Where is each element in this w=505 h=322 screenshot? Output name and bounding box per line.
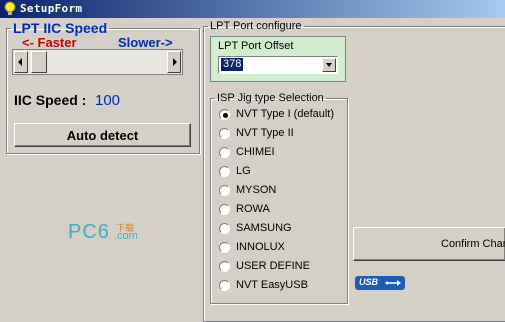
slider-thumb[interactable] — [31, 51, 47, 73]
lpt-offset-select[interactable]: 378 — [218, 56, 338, 74]
radio-label: CHIMEI — [236, 146, 275, 158]
window-title: SetupForm — [20, 2, 83, 15]
radio-label: NVT EasyUSB — [236, 279, 308, 291]
iic-speed-slider[interactable] — [12, 49, 183, 75]
slower-label: Slower-> — [118, 35, 173, 50]
radio-label: SAMSUNG — [236, 222, 292, 234]
iic-speed-legend: LPT IIC Speed — [13, 20, 108, 36]
dropdown-button[interactable] — [322, 58, 336, 72]
auto-detect-button[interactable]: Auto detect — [14, 123, 191, 147]
lpt-offset-value: 378 — [221, 58, 244, 71]
title-bar: SetupForm — [0, 0, 505, 18]
confirm-change-button[interactable]: Confirm Chan — [353, 227, 505, 261]
watermark-domain: .com — [114, 230, 138, 242]
iic-speed-label: IIC Speed : — [14, 92, 87, 108]
radio-label: ROWA — [236, 203, 270, 215]
radio-chimei[interactable]: CHIMEI — [219, 146, 419, 161]
radio-label: NVT Type II — [236, 127, 294, 139]
radio-label: LG — [236, 165, 251, 177]
faster-label: <- Faster — [22, 35, 77, 50]
iic-speed-value: 100 — [95, 92, 121, 109]
chevron-down-icon — [326, 63, 332, 67]
scroll-right-button[interactable] — [167, 51, 181, 73]
radio-selected-dot — [223, 113, 228, 118]
scroll-left-button[interactable] — [14, 51, 28, 73]
lpt-offset-label: LPT Port Offset — [218, 40, 294, 52]
radio-label: INNOLUX — [236, 241, 285, 253]
usb-icon — [385, 280, 401, 286]
arrow-left-icon — [18, 58, 22, 66]
radio-label: NVT Type I (default) — [236, 108, 335, 120]
radio-label: USER DEFINE — [236, 260, 310, 272]
usb-badge: USB — [355, 276, 405, 290]
bulb-icon — [4, 1, 16, 15]
radio-myson[interactable]: MYSON — [219, 184, 419, 199]
watermark-text: PC6 — [68, 221, 110, 243]
pc6-watermark: PC6 下载 .com — [68, 221, 148, 243]
radio-nvt-type-1[interactable]: NVT Type I (default) — [219, 108, 419, 123]
radio-user-define[interactable]: USER DEFINE — [219, 260, 419, 275]
arrow-right-icon — [173, 58, 177, 66]
usb-badge-text: USB — [359, 277, 379, 287]
radio-lg[interactable]: LG — [219, 165, 419, 180]
isp-jig-legend: ISP Jig type Selection — [217, 92, 324, 104]
auto-detect-label: Auto detect — [66, 127, 139, 143]
confirm-change-label: Confirm Chan — [441, 238, 505, 250]
lpt-port-legend: LPT Port configure — [210, 20, 302, 32]
radio-label: MYSON — [236, 184, 277, 196]
radio-rowa[interactable]: ROWA — [219, 203, 419, 218]
radio-nvt-type-2[interactable]: NVT Type II — [219, 127, 419, 142]
